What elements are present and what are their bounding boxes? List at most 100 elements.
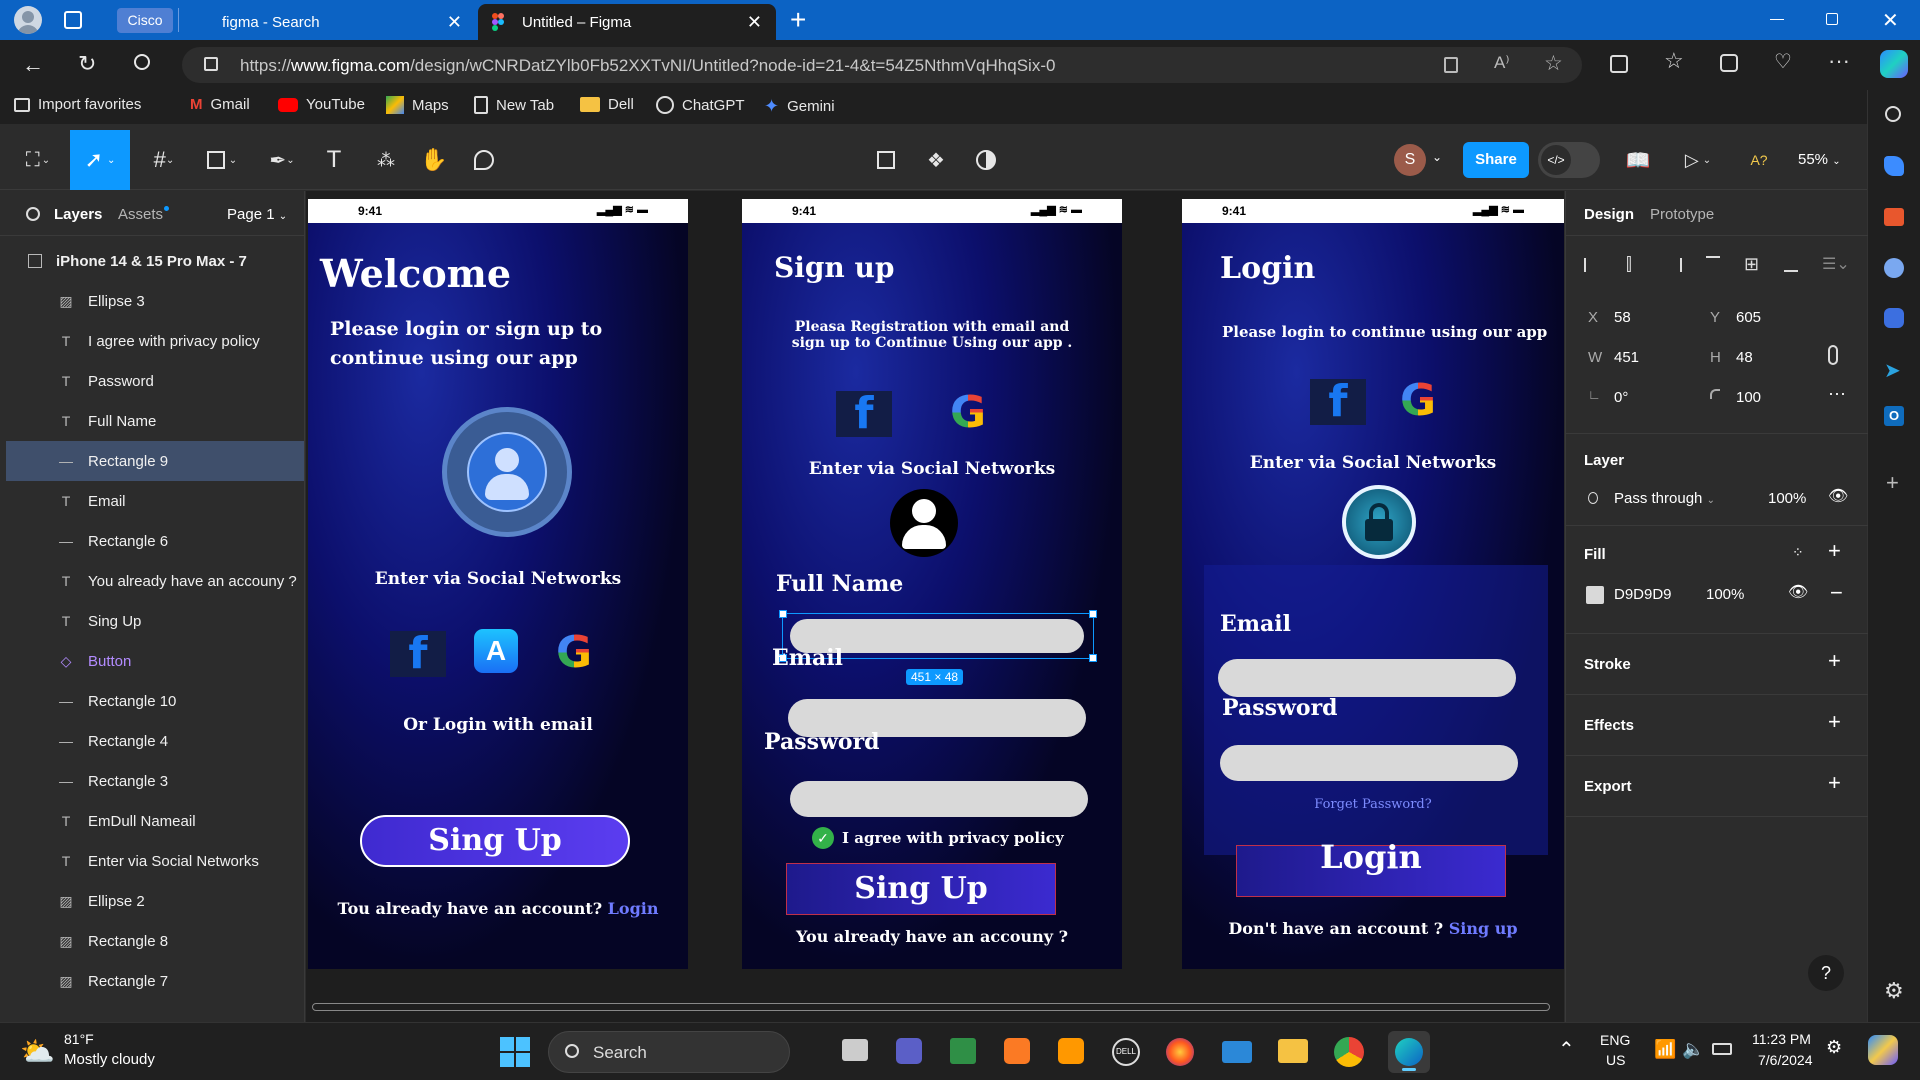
tab-layers[interactable]: Layers [54,206,102,223]
xampp-icon[interactable] [1004,1038,1030,1064]
share-button[interactable]: Share [1463,142,1529,178]
layer-item[interactable]: T Enter via Social Networks [6,841,304,881]
radius-value[interactable]: 100 [1736,389,1761,406]
frame-welcome[interactable]: 9:41 ▂▄▆ ≋ ▬ Welcome Please login or sign… [308,199,688,969]
favorite-gmail[interactable]: M Gmail [190,96,250,113]
align-top-icon[interactable] [1706,256,1720,272]
favorites-icon[interactable]: ☆ [1664,48,1684,74]
add-effect-icon[interactable]: + [1828,709,1841,735]
text-tool-icon[interactable]: T [322,146,346,173]
main-menu-icon[interactable]: ⛶ ⌄ [20,148,56,172]
agree-row[interactable]: ✓ I agree with privacy policy [812,827,1064,849]
facebook-icon[interactable]: f [390,631,446,677]
app-store-icon[interactable]: A [474,629,518,673]
clock-time[interactable]: 11:23 PM [1752,1031,1811,1047]
health-icon[interactable]: ♡ [1774,49,1792,74]
align-left-icon[interactable] [1584,258,1600,272]
shopping-tag-icon[interactable] [1884,156,1904,176]
copilot-sidebar-icon[interactable] [1884,308,1904,328]
facebook-icon[interactable]: f [1310,379,1366,425]
favorite-maps[interactable]: Maps [386,96,449,114]
collections-icon[interactable] [1720,54,1738,72]
signup-link[interactable]: Sing up [1449,919,1518,938]
outlook-icon[interactable]: O [1884,406,1904,426]
tray-chevron-icon[interactable]: ⌃ [1558,1037,1575,1062]
workspace-chip[interactable]: Cisco [117,8,173,33]
fill-swatch[interactable] [1586,586,1604,604]
tab-prototype[interactable]: Prototype [1650,206,1714,223]
fill-opacity[interactable]: 100% [1706,586,1744,603]
add-stroke-icon[interactable]: + [1828,648,1841,674]
signup-button[interactable]: Sing Up [786,863,1056,915]
weather-temp[interactable]: 81°F [64,1031,94,1047]
library-icon[interactable]: 📖 [1626,148,1651,172]
google-icon[interactable]: G [556,627,592,678]
missing-fonts-icon[interactable]: A? [1744,148,1774,172]
profile-avatar[interactable] [14,6,42,34]
edit-object-icon[interactable] [874,148,898,172]
eye-icon[interactable]: 👁 [1788,582,1808,602]
games-icon[interactable] [1884,258,1904,278]
y-value[interactable]: 605 [1736,309,1761,326]
add-export-icon[interactable]: + [1828,770,1841,796]
tab-untitled-figma[interactable]: Untitled – Figma ✕ [478,4,776,40]
copilot-taskbar-icon[interactable] [1868,1035,1898,1065]
password-input[interactable] [1220,745,1518,781]
favorite-dell[interactable]: Dell [580,96,634,113]
close-icon[interactable]: ✕ [447,12,462,33]
favorite-chatgpt[interactable]: ChatGPT [656,96,745,114]
add-icon[interactable]: + [1886,470,1899,496]
layer-item[interactable]: ▨ Ellipse 2 [6,881,304,921]
login-button[interactable]: Login [1236,841,1506,897]
refresh-icon[interactable]: ↻ [78,51,96,77]
password-input[interactable] [790,781,1088,817]
read-aloud-icon[interactable]: A⁾ [1494,53,1510,73]
search-icon[interactable] [1885,106,1901,122]
rotation-value[interactable]: 0° [1614,389,1628,406]
tab-design[interactable]: Design [1584,206,1634,223]
split-screen-icon[interactable] [1610,55,1628,73]
zoom-level[interactable]: 55% ⌄ [1798,151,1841,168]
layer-opacity[interactable]: 100% [1768,490,1806,507]
eye-icon[interactable]: 👁 [1828,486,1848,506]
layer-item[interactable]: T Email [6,481,304,521]
layer-item[interactable]: T EmDull Nameail [6,801,304,841]
firefox-icon[interactable] [1166,1038,1194,1066]
layer-item[interactable]: T Sing Up [6,601,304,641]
language-eng[interactable]: ENG [1600,1032,1630,1048]
h-value[interactable]: 48 [1736,349,1753,366]
forgot-password-link[interactable]: Forget Password? [1182,797,1564,812]
tools-icon[interactable] [1884,208,1904,226]
sublime-icon[interactable] [1058,1038,1084,1064]
align-right-icon[interactable] [1666,258,1682,272]
email-input[interactable] [1218,659,1516,697]
language-us[interactable]: US [1606,1052,1625,1068]
layer-item[interactable]: T Full Name [6,401,304,441]
layer-item[interactable]: T I agree with privacy policy [6,321,304,361]
frame-login[interactable]: 9:41 ▂▄▆ ≋ ▬ Login Please login to contin… [1182,199,1564,969]
favorite-youtube[interactable]: YouTube [278,96,365,113]
add-fill-icon[interactable]: + [1828,538,1841,564]
search-icon[interactable] [134,54,150,70]
layer-item[interactable]: T Password [6,361,304,401]
teams-icon[interactable] [896,1038,922,1064]
layer-item[interactable]: ◇ Button [6,641,304,681]
close-window-icon[interactable]: ✕ [1882,8,1899,33]
shape-tool-icon[interactable]: ⌄ [204,148,240,172]
login-link[interactable]: Login [608,899,659,918]
layer-item[interactable]: ▨ Ellipse 3 [6,281,304,321]
comment-icon[interactable] [472,148,496,172]
chrome-icon[interactable] [1334,1037,1364,1067]
mask-icon[interactable] [974,148,998,172]
search-icon[interactable] [26,207,40,221]
restore-icon[interactable] [1826,13,1838,25]
clock-date[interactable]: 7/6/2024 [1758,1052,1813,1068]
avatar[interactable]: S [1394,144,1426,176]
distribute-icon[interactable]: ☰⌄ [1822,254,1850,274]
help-button[interactable]: ? [1808,955,1844,991]
task-view-icon[interactable] [842,1039,868,1061]
favorite-import[interactable]: Import favorites [14,96,141,113]
app-green-icon[interactable] [950,1038,976,1064]
search-box[interactable]: Search [548,1031,790,1073]
reading-view-icon[interactable] [1444,57,1458,73]
